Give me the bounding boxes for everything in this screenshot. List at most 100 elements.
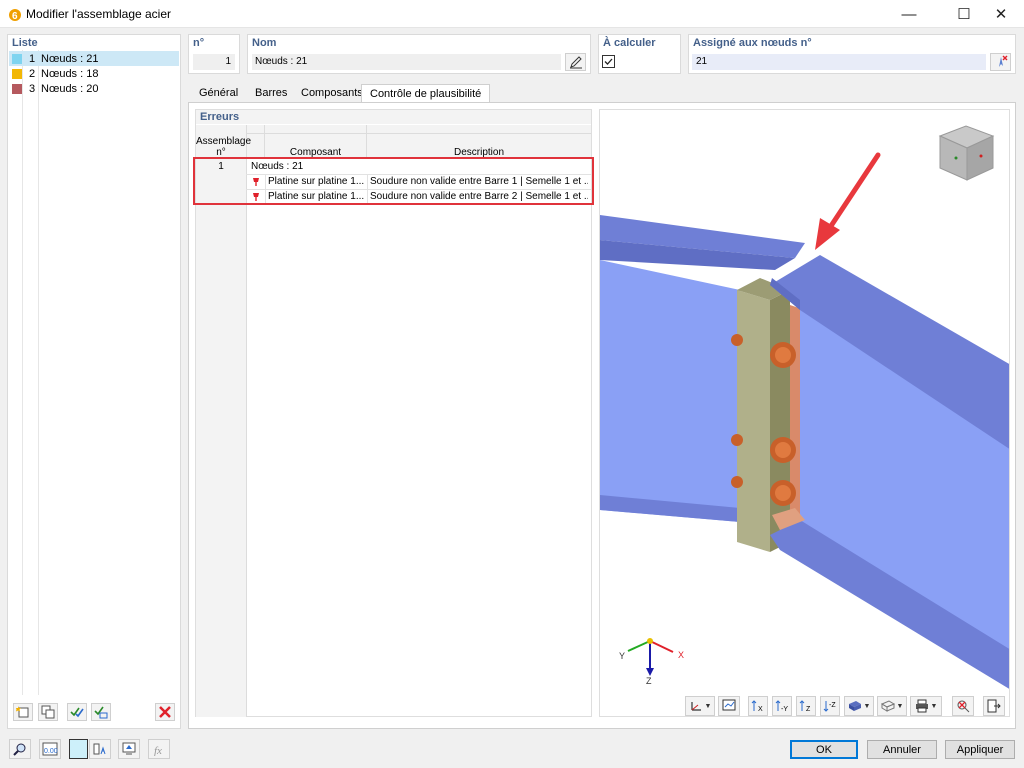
col-assembly-header: Assemblage n° (196, 136, 252, 158)
view-z-button[interactable]: Z (796, 696, 816, 716)
copy-icon (41, 705, 55, 719)
list-item-label: Nœuds : 18 (41, 67, 99, 80)
view-model-button[interactable] (118, 739, 140, 759)
checkmark-icon (604, 58, 613, 65)
num-label: n° (193, 37, 205, 49)
tab-controle-plausibilite[interactable]: Contrôle de plausibilité (361, 84, 491, 103)
units-button[interactable]: 0.00 (39, 739, 61, 759)
edit-name-button[interactable] (565, 53, 586, 71)
svg-text:0.00: 0.00 (44, 748, 58, 755)
delete-icon (159, 706, 171, 718)
window-title: Modifier l'assemblage acier (26, 7, 172, 21)
delete-item-button[interactable] (155, 703, 175, 721)
name-label: Nom (252, 37, 277, 49)
3d-view[interactable]: X Y Z (599, 109, 1010, 717)
calc-checkbox[interactable] (602, 55, 615, 68)
view-neg-z-button[interactable]: -Z (820, 696, 840, 716)
ok-button[interactable]: OK (790, 740, 858, 759)
name-field[interactable]: Nœuds : 21 (252, 54, 561, 70)
list-item-number: 1 (29, 52, 36, 65)
cancel-button[interactable]: Annuler (867, 740, 937, 759)
color-swatch (12, 68, 22, 79)
tab-composants[interactable]: Composants (292, 84, 372, 102)
axis-view-button[interactable]: ▼ (685, 696, 715, 716)
apply-button[interactable]: Appliquer (945, 740, 1015, 759)
transparency-button[interactable]: ▼ (877, 696, 907, 716)
view-neg-y-button[interactable]: -Y (772, 696, 792, 716)
toggle-check-button[interactable] (91, 703, 111, 721)
column-divider (246, 125, 247, 717)
render-settings-icon (722, 699, 736, 711)
end-plate-left (737, 290, 770, 552)
list-header: Liste (12, 37, 38, 49)
svg-text:-Z: -Z (829, 702, 836, 709)
list-item[interactable]: 2 Nœuds : 18 (9, 66, 179, 81)
errors-title-bar (196, 110, 591, 124)
axis-view-icon (690, 702, 701, 711)
svg-text:X: X (758, 706, 763, 713)
search-icon (13, 743, 26, 756)
view-model-icon (122, 742, 136, 755)
transparency-icon (880, 700, 895, 712)
error-highlight-box (193, 157, 594, 205)
axis-z-label: Z (646, 676, 652, 686)
view-neg-y-icon: -Y (775, 700, 788, 713)
formula-icon: fx (154, 745, 162, 756)
view-neg-z-icon: -Z (823, 701, 836, 712)
formula-button[interactable]: fx (148, 739, 170, 759)
toggle-check-icon (94, 706, 108, 719)
tab-barres[interactable]: Barres (246, 84, 296, 102)
copy-item-button[interactable] (38, 703, 58, 721)
structure-settings-icon (93, 743, 106, 755)
display-mode-icon (848, 701, 861, 711)
list-item-label: Nœuds : 21 (41, 52, 99, 65)
left-beam-web (600, 260, 740, 522)
svg-text:6: 6 (12, 11, 18, 22)
reset-view-button[interactable] (952, 696, 974, 716)
pick-nodes-button[interactable] (990, 53, 1011, 71)
list-item[interactable]: 3 Nœuds : 20 (9, 81, 179, 96)
print-button[interactable]: ▼ (910, 696, 942, 716)
list-item[interactable]: 1 Nœuds : 21 (9, 51, 179, 66)
display-mode-button[interactable]: ▼ (844, 696, 874, 716)
title-bar: 6 Modifier l'assemblage acier — ☐ ✕ (0, 0, 1024, 28)
assigned-field[interactable]: 21 (692, 54, 986, 70)
app-icon: 6 (7, 6, 23, 22)
color-picker-button[interactable] (69, 739, 88, 759)
printer-icon (915, 699, 928, 713)
row-header-column (196, 159, 246, 717)
col-assembly-line1: Assemblage (196, 136, 252, 147)
view-x-button[interactable]: X (748, 696, 768, 716)
num-field[interactable]: 1 (193, 54, 235, 70)
list-divider (38, 50, 39, 695)
search-button[interactable] (9, 739, 31, 759)
list-item-number: 3 (29, 82, 36, 95)
pick-nodes-icon (998, 55, 1007, 67)
tab-general[interactable]: Général (190, 84, 247, 102)
edit-name-icon (569, 56, 582, 69)
close-button[interactable]: ✕ (978, 0, 1024, 28)
check-all-icon (70, 707, 84, 718)
new-item-icon (16, 706, 29, 718)
axis-x-label: X (678, 650, 685, 660)
view-z-icon: Z (799, 700, 811, 713)
view-cube-icon (938, 125, 995, 181)
export-view-button[interactable] (983, 696, 1005, 716)
minimize-button[interactable]: — (886, 0, 932, 28)
check-all-button[interactable] (67, 703, 87, 721)
view-x-icon: X (751, 700, 763, 713)
chevron-down-icon: ▼ (896, 702, 904, 710)
new-item-button[interactable] (13, 703, 33, 721)
calc-label: À calculer (603, 37, 656, 49)
list-item-number: 2 (29, 67, 36, 80)
list-divider (22, 50, 23, 695)
color-swatch (12, 53, 22, 64)
units-decimal-icon: 0.00 (42, 742, 58, 756)
svg-text:fx: fx (154, 745, 162, 756)
render-settings-button[interactable] (718, 696, 740, 716)
axis-triad-icon (627, 638, 674, 676)
reset-view-icon (957, 700, 970, 713)
chevron-down-icon: ▼ (863, 702, 871, 710)
model-settings-button[interactable] (89, 739, 111, 759)
color-swatch (12, 83, 22, 94)
